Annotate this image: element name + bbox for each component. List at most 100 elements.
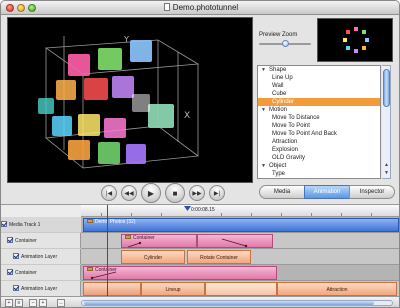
track-row-container[interactable]: Container (1, 233, 81, 249)
tree-item-row[interactable]: Explosion (258, 146, 380, 154)
tree-item-label: Explosion (272, 147, 299, 153)
app-window: Demo.phototunnel X Y |◀ ◀◀ ▶ ■ ▶▶ ▶| Pre… (0, 0, 400, 308)
tree-item-row[interactable]: Line Up (258, 74, 380, 82)
animation-block-pre[interactable] (83, 282, 141, 296)
horizontal-scroll-thumb[interactable] (84, 301, 374, 305)
disclosure-triangle-icon[interactable]: ▼ (261, 162, 269, 170)
disclosure-triangle-icon[interactable]: ▼ (261, 106, 269, 114)
title-bar: Demo.phototunnel (1, 1, 399, 15)
disclosure-triangle-icon[interactable]: ▼ (261, 66, 269, 74)
container-block[interactable] (197, 234, 273, 248)
tree-item-row[interactable]: Size (258, 178, 380, 179)
animation-block-lineup[interactable]: Lineup (141, 282, 205, 296)
track-label: Container (15, 238, 37, 244)
photo-tiles (38, 40, 174, 164)
ruler-tick (341, 213, 342, 216)
track-enabled-checkbox[interactable] (1, 221, 7, 227)
animation-tree-list[interactable]: ▼ Shape Line Up Wall Cube Cylinder ▼ Motion Move… (257, 65, 381, 179)
tree-item-row[interactable]: Cylinder (258, 98, 380, 106)
keyframe-curve (90, 271, 117, 279)
track-enabled-checkbox[interactable] (13, 285, 19, 291)
track-options-icon[interactable]: ≡ (15, 299, 23, 307)
mini-tiles (343, 27, 369, 53)
preview-zoom-slider[interactable] (259, 40, 311, 47)
playhead-icon[interactable] (184, 206, 191, 211)
ruler-tick (281, 213, 282, 216)
tree-item-label: Motion (269, 107, 288, 113)
fast-forward-icon[interactable]: ▶▶ (189, 185, 205, 201)
track-label: Animation Layer (21, 286, 58, 292)
rewind-start-icon[interactable]: |◀ (101, 185, 117, 201)
track-row-animation-layer[interactable]: Animation Layer (1, 281, 81, 297)
tree-item-label: Cylinder (272, 99, 295, 105)
tab-animation[interactable]: Animation (304, 185, 350, 199)
zoom-out-icon[interactable]: – (29, 299, 37, 307)
scroll-thumb[interactable] (383, 69, 390, 107)
keyframe-curve (221, 238, 248, 247)
media-clip-block[interactable]: Demo Photos (32) (83, 218, 399, 232)
animation-block-rotate-container[interactable]: Rotate Container (187, 250, 251, 264)
track-enabled-checkbox[interactable] (13, 253, 19, 259)
tree-item-label: Type (272, 171, 286, 177)
tree-item-row[interactable]: Move To Distance (258, 114, 380, 122)
tree-item-label: Move To Distance (272, 115, 320, 121)
track-enabled-checkbox[interactable] (7, 237, 13, 243)
fit-timeline-icon[interactable]: ↔ (57, 299, 65, 307)
timeline-horizontal-scrollbar[interactable] (81, 300, 393, 306)
tree-item-label: Shape (269, 67, 287, 73)
container-block[interactable]: Container (121, 234, 197, 248)
timeline-lanes: Demo Photos (32) Container Cylinder Rota… (81, 217, 399, 297)
tree-group-row[interactable]: ▼ Shape (258, 66, 380, 74)
lane-animation-2: Lineup Attraction (81, 281, 399, 297)
ruler-tick (221, 213, 222, 216)
slider-thumb[interactable] (282, 40, 289, 47)
tree-item-row[interactable]: Attraction (258, 138, 380, 146)
tree-rows: ▼ Shape Line Up Wall Cube Cylinder ▼ Motion Move… (258, 66, 380, 179)
window-title-text: Demo.phototunnel (172, 3, 239, 12)
mini-preview (317, 18, 393, 62)
container-block[interactable]: Container (83, 266, 277, 280)
track-label: Container (15, 270, 37, 276)
track-enabled-checkbox[interactable] (7, 269, 13, 275)
photo-cube-scene: X Y (38, 35, 200, 169)
add-track-icon[interactable]: + (5, 299, 13, 307)
tab-inspector[interactable]: Inspector (349, 185, 395, 199)
step-back-icon[interactable]: ◀◀ (121, 185, 137, 201)
3d-preview-viewport[interactable]: X Y (7, 17, 253, 183)
track-row-media-track[interactable]: Media Track 1 (1, 217, 81, 233)
stop-icon[interactable]: ■ (165, 183, 185, 203)
tree-item-row[interactable]: Wall (258, 82, 380, 90)
tree-item-label: Move To Point And Back (272, 131, 337, 137)
mini-ring-preview (343, 27, 369, 53)
tree-item-row[interactable]: Type (258, 170, 380, 178)
tree-item-row[interactable]: Move To Point And Back (258, 130, 380, 138)
scroll-up-icon[interactable]: ▲ (382, 162, 391, 170)
tree-item-label: Move To Point (272, 123, 310, 129)
zoom-in-icon[interactable]: + (39, 299, 47, 307)
track-row-container[interactable]: Container (1, 265, 81, 281)
tree-group-row[interactable]: ▼ Motion (258, 106, 380, 114)
ruler-tick (101, 213, 102, 216)
skip-end-icon[interactable]: ▶| (209, 185, 225, 201)
timeline-panel: 0:00:08.15 Media Track 1 Container Anima… (1, 204, 399, 297)
document-icon (163, 3, 170, 11)
animation-block-cylinder[interactable]: Cylinder (121, 250, 185, 264)
track-label: Animation Layer (21, 254, 58, 260)
tree-item-row[interactable]: Move To Point (258, 122, 380, 130)
tree-group-row[interactable]: ▼ Object (258, 162, 380, 170)
play-icon[interactable]: ▶ (141, 183, 161, 203)
animation-block-gap[interactable] (205, 282, 277, 296)
time-ruler[interactable]: 0:00:08.15 (81, 205, 399, 217)
scroll-down-icon[interactable]: ▼ (382, 170, 391, 178)
tab-media[interactable]: Media (259, 185, 305, 199)
playhead-line (107, 205, 108, 297)
animation-block-attraction[interactable]: Attraction (277, 282, 397, 296)
x-axis-glyph: X (184, 111, 190, 121)
timecode-readout: 0:00:08.15 (191, 207, 215, 213)
tree-item-row[interactable]: Cube (258, 90, 380, 98)
track-list: Media Track 1 Container Animation Layer … (1, 217, 81, 297)
window-title: Demo.phototunnel (1, 3, 399, 12)
tree-scrollbar[interactable]: ▲ ▼ (382, 65, 391, 179)
track-row-animation-layer[interactable]: Animation Layer (1, 249, 81, 265)
tree-item-row[interactable]: OLD Gravity (258, 154, 380, 162)
